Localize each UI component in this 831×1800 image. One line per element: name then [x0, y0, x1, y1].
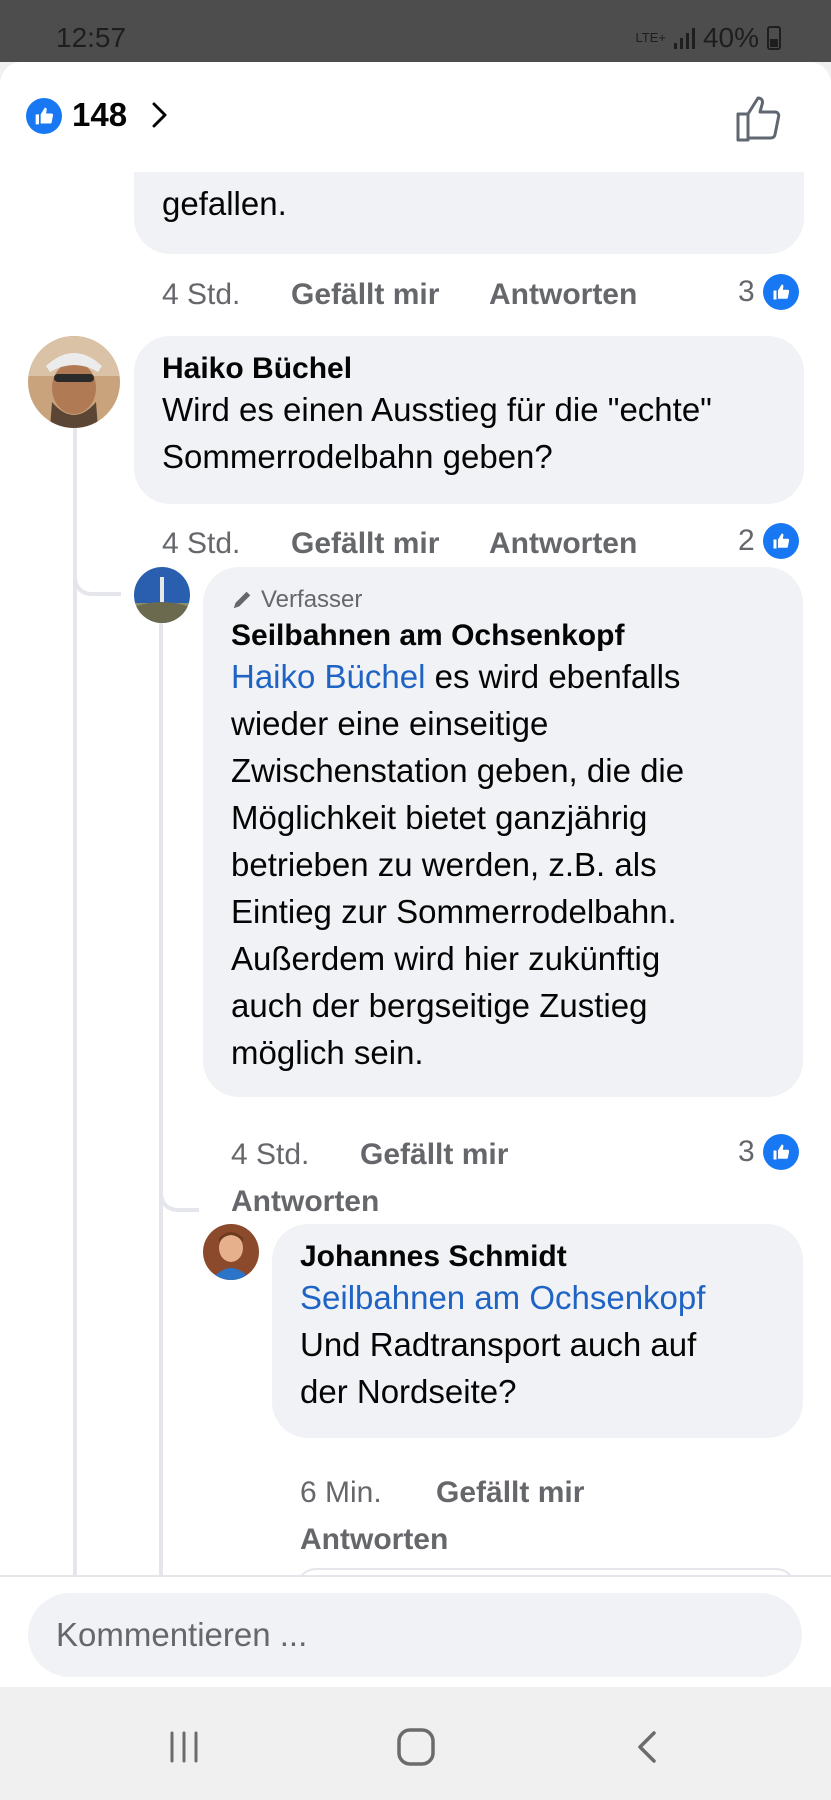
comment-author[interactable]: Seilbahnen am Ochsenkopf: [231, 617, 624, 655]
network-type: LTE+: [635, 30, 666, 45]
comment-text-line: möglich sein.: [231, 1034, 424, 1071]
comment-text-line: auch der bergseitige Zustieg: [231, 987, 648, 1024]
comments-sheet: 148 gefallen. 4 Std. Gefällt mir Antwort…: [0, 62, 831, 1687]
reply-button[interactable]: Antworten: [489, 527, 637, 561]
comment-bubble: Haiko Büchel Wird es einen Ausstieg für …: [134, 336, 804, 504]
like-comment-button[interactable]: Gefällt mir: [436, 1476, 584, 1510]
avatar[interactable]: [134, 567, 190, 623]
comments-feed: gefallen. 4 Std. Gefällt mir Antworten 3…: [0, 172, 831, 1575]
reactions-header: 148: [0, 62, 831, 172]
comment-text: Haiko Büchel es wird ebenfalls wieder ei…: [231, 653, 791, 1076]
comment-text-line: Und Radtransport auch auf: [300, 1326, 697, 1363]
comment-text-line: der Nordseite?: [300, 1373, 517, 1410]
comment-bubble: Verfasser Seilbahnen am Ochsenkopf Haiko…: [203, 567, 803, 1097]
comment-reactions[interactable]: 2: [738, 523, 799, 559]
thread-connector: [159, 1172, 199, 1212]
comment-time[interactable]: 4 Std.: [162, 278, 240, 312]
reply-button[interactable]: Antworten: [231, 1185, 379, 1219]
comment-text: gefallen.: [162, 185, 287, 222]
like-reaction-icon: [762, 1134, 799, 1170]
comment-composer-bar: Kommentieren ...: [0, 1575, 831, 1687]
comment-text-line: Möglichkeit bietet ganzjährig: [231, 799, 648, 836]
battery-icon: [767, 26, 781, 50]
reply-button[interactable]: Antworten: [489, 278, 637, 312]
like-reaction-icon: [762, 274, 799, 310]
comment-bubble: Johannes Schmidt Seilbahnen am Ochsenkop…: [272, 1224, 803, 1438]
signal-icon: [673, 27, 695, 49]
comment-text-line: Zwischenstation geben, die die: [231, 752, 685, 789]
home-icon[interactable]: [386, 1717, 446, 1777]
status-indicators: LTE+ 40%: [635, 22, 781, 54]
like-comment-button[interactable]: Gefällt mir: [291, 278, 439, 312]
comment-text: Wird es einen Ausstieg für die "echte" S…: [162, 391, 712, 475]
author-badge: Verfasser: [231, 585, 362, 615]
comment-text-line: Eintieg zur Sommerrodelbahn.: [231, 893, 677, 930]
comment-text-line: Außerdem wird hier zukünftig: [231, 940, 661, 977]
mention-link[interactable]: Seilbahnen am Ochsenkopf: [300, 1279, 705, 1316]
thread-line: [73, 417, 77, 1575]
comment-input[interactable]: Kommentieren ...: [28, 1593, 802, 1677]
pencil-icon: [233, 591, 251, 609]
comment-reactions[interactable]: 3: [738, 274, 799, 310]
avatar[interactable]: [203, 1224, 259, 1280]
back-icon[interactable]: [618, 1717, 678, 1777]
status-bar: 12:57 LTE+ 40%: [0, 0, 831, 62]
comment-author[interactable]: Haiko Büchel: [162, 350, 352, 388]
author-badge-label: Verfasser: [261, 586, 363, 613]
thread-connector: [73, 552, 121, 596]
reaction-count: 3: [738, 275, 755, 308]
like-reaction-icon: [762, 523, 799, 559]
like-comment-button[interactable]: Gefällt mir: [360, 1138, 508, 1172]
comment-bubble: gefallen.: [134, 172, 804, 254]
like-comment-button[interactable]: Gefällt mir: [291, 527, 439, 561]
reaction-count: 2: [738, 524, 755, 557]
like-reaction-icon[interactable]: [26, 98, 62, 134]
avatar[interactable]: [28, 336, 120, 428]
comment-time[interactable]: 6 Min.: [300, 1476, 382, 1510]
system-nav-bar: [0, 1687, 831, 1800]
comment-reactions[interactable]: 3: [738, 1134, 799, 1170]
reply-button[interactable]: Antworten: [300, 1523, 448, 1557]
status-time: 12:57: [56, 22, 127, 53]
mention-link[interactable]: Haiko Büchel: [231, 658, 425, 695]
comment-text-line: es wird ebenfalls: [434, 658, 681, 695]
battery-percent: 40%: [702, 22, 759, 53]
comment-time[interactable]: 4 Std.: [162, 527, 240, 561]
reaction-count: 3: [738, 1135, 755, 1168]
chevron-right-icon[interactable]: [144, 100, 174, 130]
comment-input-placeholder: Kommentieren ...: [56, 1616, 308, 1653]
comment-text-line: wieder eine einseitige: [231, 705, 549, 742]
like-count[interactable]: 148: [72, 96, 127, 134]
comment-text: Seilbahnen am Ochsenkopf Und Radtranspor…: [300, 1274, 800, 1415]
comment-time[interactable]: 4 Std.: [231, 1138, 309, 1172]
recent-apps-icon[interactable]: [154, 1717, 214, 1777]
comment-author[interactable]: Johannes Schmidt: [300, 1238, 567, 1276]
like-button-icon[interactable]: [732, 90, 788, 146]
reply-composer-preview[interactable]: [296, 1568, 796, 1575]
comment-text-line: betrieben zu werden, z.B. als: [231, 846, 657, 883]
thread-line: [159, 622, 163, 1575]
